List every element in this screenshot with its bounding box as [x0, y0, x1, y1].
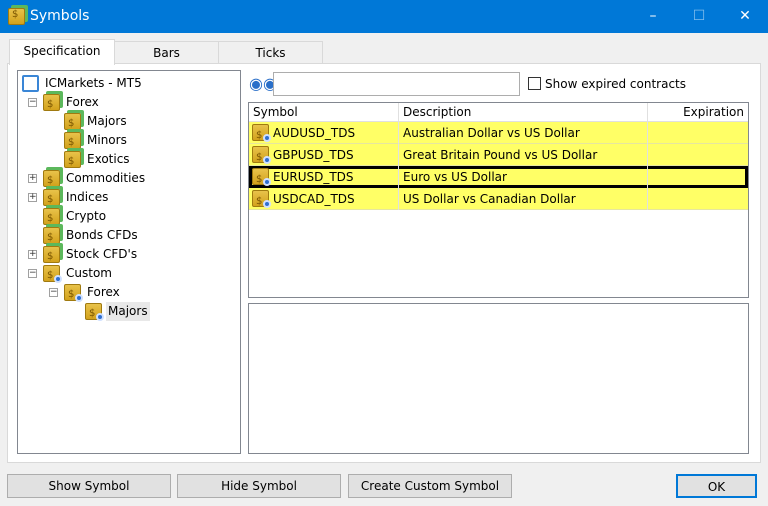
custom-folder-icon: [85, 303, 104, 323]
folder-icon: [43, 227, 60, 247]
tree-node-label: Stock CFD's: [66, 247, 138, 261]
tree-node[interactable]: + Indices: [18, 188, 240, 209]
tree-node[interactable]: ICMarkets - MT5: [18, 74, 240, 93]
minimize-button[interactable]: –: [630, 0, 676, 33]
folder-icon: [43, 94, 60, 114]
custom-folder-icon: [64, 284, 83, 304]
ok-button[interactable]: OK: [676, 474, 757, 498]
tree-node[interactable]: − Forex: [18, 93, 240, 114]
tree-node-label: Majors: [106, 302, 150, 321]
collapse-icon[interactable]: −: [49, 288, 58, 297]
maximize-button[interactable]: ☐: [676, 0, 722, 33]
cell-description: Great Britain Pound vs US Dollar: [399, 144, 648, 166]
folder-icon: [64, 151, 81, 171]
cell-expiration: [648, 122, 748, 144]
expand-icon[interactable]: +: [28, 193, 37, 202]
tree-node[interactable]: Minors: [18, 131, 240, 152]
header-expiration[interactable]: Expiration: [648, 103, 748, 122]
collapse-icon[interactable]: −: [28, 269, 37, 278]
folder-icon: [64, 113, 81, 133]
collapse-icon[interactable]: −: [28, 98, 37, 107]
folder-icon: [64, 132, 81, 152]
gear-icon: [75, 294, 83, 302]
cell-expiration: [648, 144, 748, 166]
title-bar: Symbols – ☐ ✕: [0, 0, 768, 33]
expand-icon[interactable]: +: [28, 174, 37, 183]
tree-node-label: ICMarkets - MT5: [45, 76, 142, 90]
tree-node[interactable]: Majors: [18, 302, 240, 323]
symbols-icon: [8, 8, 25, 25]
show-symbol-button[interactable]: Show Symbol: [7, 474, 171, 498]
tree-node-label: Exotics: [87, 152, 130, 166]
tab-ticks[interactable]: Ticks: [218, 41, 323, 64]
tab-specification[interactable]: Specification: [9, 39, 115, 65]
custom-folder-icon: [43, 265, 62, 285]
tree-node-label: Forex: [87, 285, 120, 299]
tree-node[interactable]: − Custom: [18, 264, 240, 285]
gear-icon: [96, 313, 104, 321]
cell-description: US Dollar vs Canadian Dollar: [399, 188, 648, 210]
symbol-tree[interactable]: ICMarkets - MT5−ForexMajorsMinorsExotics…: [17, 70, 241, 454]
cell-expiration: [648, 166, 748, 188]
hide-symbol-button[interactable]: Hide Symbol: [177, 474, 341, 498]
header-description[interactable]: Description: [399, 103, 648, 122]
expand-icon[interactable]: +: [28, 250, 37, 259]
tree-node-label: Majors: [87, 114, 127, 128]
close-button[interactable]: ✕: [722, 0, 768, 33]
table-row[interactable]: GBPUSD_TDS Great Britain Pound vs US Dol…: [249, 144, 748, 169]
tree-node-label: Commodities: [66, 171, 146, 185]
tree-node[interactable]: + Commodities: [18, 169, 240, 190]
tree-node-label: Minors: [87, 133, 127, 147]
tree-node[interactable]: Bonds CFDs: [18, 226, 240, 247]
gear-icon: [54, 275, 62, 283]
cell-symbol: GBPUSD_TDS: [249, 144, 399, 166]
server-icon: [22, 75, 39, 92]
create-custom-symbol-button[interactable]: Create Custom Symbol: [348, 474, 512, 498]
cell-symbol: AUDUSD_TDS: [249, 122, 399, 144]
folder-icon: [43, 189, 60, 209]
table-row[interactable]: USDCAD_TDS US Dollar vs Canadian Dollar: [249, 188, 748, 213]
folder-icon: [43, 208, 60, 228]
tree-node[interactable]: Crypto: [18, 207, 240, 228]
cell-description: Euro vs US Dollar: [399, 166, 648, 188]
tab-bars[interactable]: Bars: [114, 41, 219, 64]
symbols-table: Symbol Description Expiration AUDUSD_TDS…: [248, 102, 749, 298]
header-symbol[interactable]: Symbol: [249, 103, 399, 122]
tree-node[interactable]: Majors: [18, 112, 240, 133]
table-row[interactable]: EURUSD_TDS Euro vs US Dollar: [249, 166, 748, 191]
tree-node-label: Custom: [66, 266, 112, 280]
tree-node-label: Bonds CFDs: [66, 228, 138, 242]
tree-node[interactable]: − Forex: [18, 283, 240, 304]
search-input[interactable]: [273, 72, 520, 96]
tree-node-label: Forex: [66, 95, 99, 109]
show-expired-checkbox[interactable]: [528, 77, 541, 90]
show-expired-label: Show expired contracts: [545, 77, 686, 91]
symbol-details-pane: [248, 303, 749, 454]
cell-expiration: [648, 188, 748, 210]
tree-node[interactable]: Exotics: [18, 150, 240, 171]
folder-icon: [43, 170, 60, 190]
window-title: Symbols: [30, 8, 90, 24]
table-header: Symbol Description Expiration: [249, 103, 748, 122]
tree-node-label: Crypto: [66, 209, 107, 223]
table-row[interactable]: AUDUSD_TDS Australian Dollar vs US Dolla…: [249, 122, 748, 147]
cell-symbol: EURUSD_TDS: [249, 166, 399, 188]
cell-description: Australian Dollar vs US Dollar: [399, 122, 648, 144]
tree-node-label: Indices: [66, 190, 109, 204]
tree-node[interactable]: + Stock CFD's: [18, 245, 240, 266]
folder-icon: [43, 246, 60, 266]
cell-symbol: USDCAD_TDS: [249, 188, 399, 210]
